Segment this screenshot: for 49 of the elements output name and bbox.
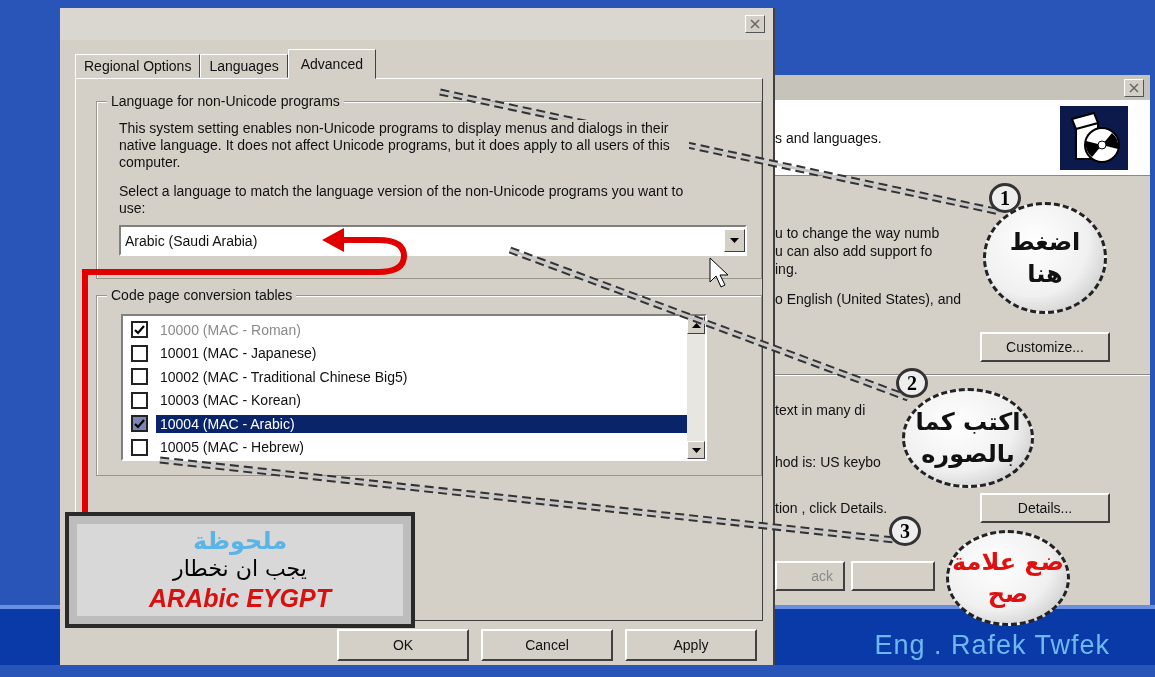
note-text: يجب ان نخطار	[173, 555, 307, 583]
list-item[interactable]: 10004 (MAC - Arabic)	[156, 414, 687, 433]
language-dropdown[interactable]: Arabic (Saudi Arabia)	[119, 225, 747, 256]
list-item[interactable]: 10005 (MAC - Hebrew)	[156, 438, 308, 457]
checkbox[interactable]	[131, 415, 148, 433]
dialog-button[interactable]: OK	[337, 629, 469, 661]
note-title: ملحوظة	[192, 527, 288, 555]
dialog-button[interactable]: Apply	[625, 629, 757, 661]
checkbox[interactable]	[131, 438, 148, 456]
note-highlight: ARAbic EYGPT	[149, 583, 331, 613]
body-text: u can also add support fo	[775, 242, 933, 260]
tab[interactable]: Languages	[200, 54, 288, 78]
customize-button[interactable]: Customize...	[980, 332, 1110, 362]
caret-icon	[730, 238, 739, 243]
author-credit: Eng . Rafek Twfek	[874, 630, 1110, 661]
list-item[interactable]: 10002 (MAC - Traditional Chinese Big5)	[156, 367, 412, 386]
language-text: o English (United States), and	[775, 290, 961, 308]
callout-text: اضغط	[1009, 227, 1081, 258]
close-icon[interactable]	[1129, 82, 1139, 93]
group-title: Language for non-Unicode programs	[107, 93, 344, 109]
callout-text: بالصوره	[921, 439, 1015, 470]
list-item[interactable]: 10001 (MAC - Japanese)	[156, 344, 321, 363]
prompt-text: Select a language to match the language version of the non-Unicode programs you want to use:	[119, 183, 685, 217]
list-item[interactable]: 10003 (MAC - Korean)	[156, 391, 305, 410]
tab[interactable]: Regional Options	[75, 54, 201, 78]
scroll-down-icon	[691, 447, 701, 453]
details-button[interactable]: Details...	[980, 493, 1110, 523]
body-text: ing.	[775, 260, 798, 278]
cursor-icon	[709, 257, 729, 288]
group-title: Code page conversion tables	[107, 287, 297, 303]
close-icon[interactable]	[750, 19, 760, 29]
callout-text: ضع علامة	[952, 547, 1064, 578]
next-button[interactable]	[851, 561, 935, 591]
details-text: tion , click Details.	[775, 499, 888, 517]
body-text: text in many di	[775, 401, 866, 419]
callout-text: هنا	[1027, 259, 1063, 290]
callout-text: صح	[987, 579, 1029, 610]
dialog-button[interactable]: Cancel	[481, 629, 613, 661]
scrollbar[interactable]	[687, 316, 705, 459]
scroll-up-icon	[691, 322, 701, 328]
header-text: s and languages.	[775, 128, 882, 147]
body-text: u to change the way numb	[775, 224, 940, 242]
input-method-text: hod is: US keybo	[775, 453, 881, 471]
tab[interactable]: Advanced	[287, 49, 376, 79]
callout-text: اكتب كما	[915, 407, 1021, 438]
description-text: This system setting enables non-Unicode programs to display menus and dialogs in their native language. It does not affect Unicode programs, but it does apply to all users of this computer.	[119, 120, 689, 171]
checkbox[interactable]	[131, 391, 148, 409]
checkbox[interactable]	[131, 344, 148, 362]
checkbox[interactable]	[131, 368, 148, 386]
